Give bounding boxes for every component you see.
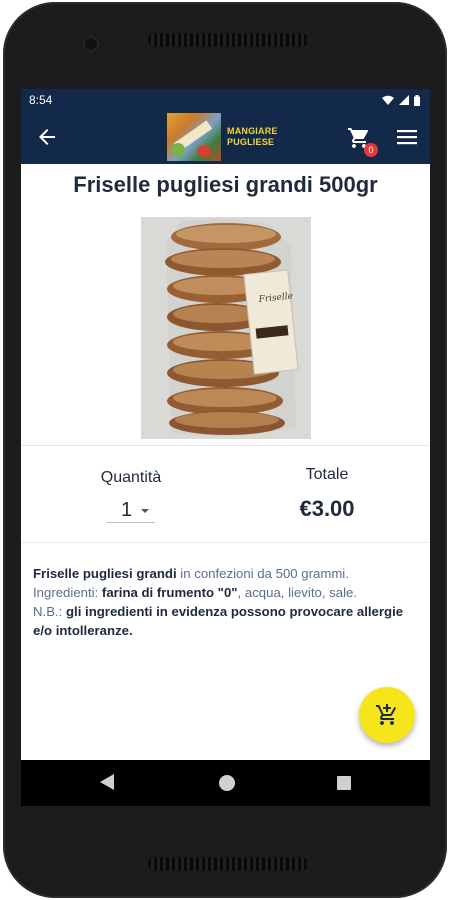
add-to-cart-button[interactable] [359, 687, 415, 743]
wifi-icon [382, 95, 394, 105]
quantity-select[interactable]: 1 [107, 499, 155, 523]
logo-line-2: PUGLIESE [227, 137, 275, 147]
nav-back-icon[interactable] [100, 774, 114, 790]
divider [21, 542, 430, 543]
quantity-value: 1 [121, 499, 133, 521]
app-screen: 8:54 MANGIARE PUGLIESE 0 Friselle puglie… [21, 89, 430, 806]
desc-note-label: N.B.: [33, 604, 66, 619]
status-bar: 8:54 [21, 89, 430, 111]
bottom-speaker [148, 857, 308, 871]
quantity-label: Quantità [100, 469, 162, 486]
arrow-back-icon[interactable] [35, 125, 59, 149]
status-icons [382, 94, 420, 106]
chevron-down-icon [141, 509, 149, 513]
divider [21, 445, 430, 446]
product-image: Friselle [141, 217, 311, 439]
app-bar: MANGIARE PUGLIESE 0 [21, 111, 430, 164]
earpiece-speaker [148, 33, 308, 47]
cart-count-badge: 0 [364, 143, 378, 157]
desc-ingredients-rest: , acqua, lievito, sale. [237, 585, 358, 600]
total-value: €3.00 [299, 496, 355, 521]
add-to-cart-icon [376, 704, 397, 725]
menu-icon[interactable] [397, 128, 417, 146]
product-title: Friselle pugliesi grandi 500gr [73, 172, 378, 197]
desc-allergen-note: gli ingredienti in evidenza possono prov… [33, 604, 404, 638]
app-logo[interactable]: MANGIARE PUGLIESE [167, 113, 281, 161]
system-nav-bar [21, 760, 430, 806]
desc-allergen-ingredient: farina di frumento "0" [101, 585, 238, 600]
logo-line-1: MANGIARE [227, 126, 278, 136]
status-time: 8:54 [29, 93, 53, 107]
logo-image [167, 113, 221, 161]
front-camera [85, 38, 97, 50]
total-block: Totale €3.00 [281, 466, 373, 522]
quantity-block: Quantità 1 [91, 469, 171, 523]
desc-package-info: in confezioni da 500 grammi. [176, 566, 349, 581]
product-description: Friselle pugliesi grandi in confezioni d… [33, 564, 421, 640]
logo-text: MANGIARE PUGLIESE [227, 126, 278, 148]
nav-home-icon[interactable] [219, 775, 235, 791]
desc-product-name: Friselle pugliesi grandi [33, 566, 177, 581]
battery-icon [414, 94, 420, 106]
total-label: Totale [305, 466, 349, 483]
desc-ingredients-label: Ingredienti: [33, 585, 102, 600]
nav-recents-icon[interactable] [337, 776, 351, 790]
signal-icon [399, 95, 409, 105]
